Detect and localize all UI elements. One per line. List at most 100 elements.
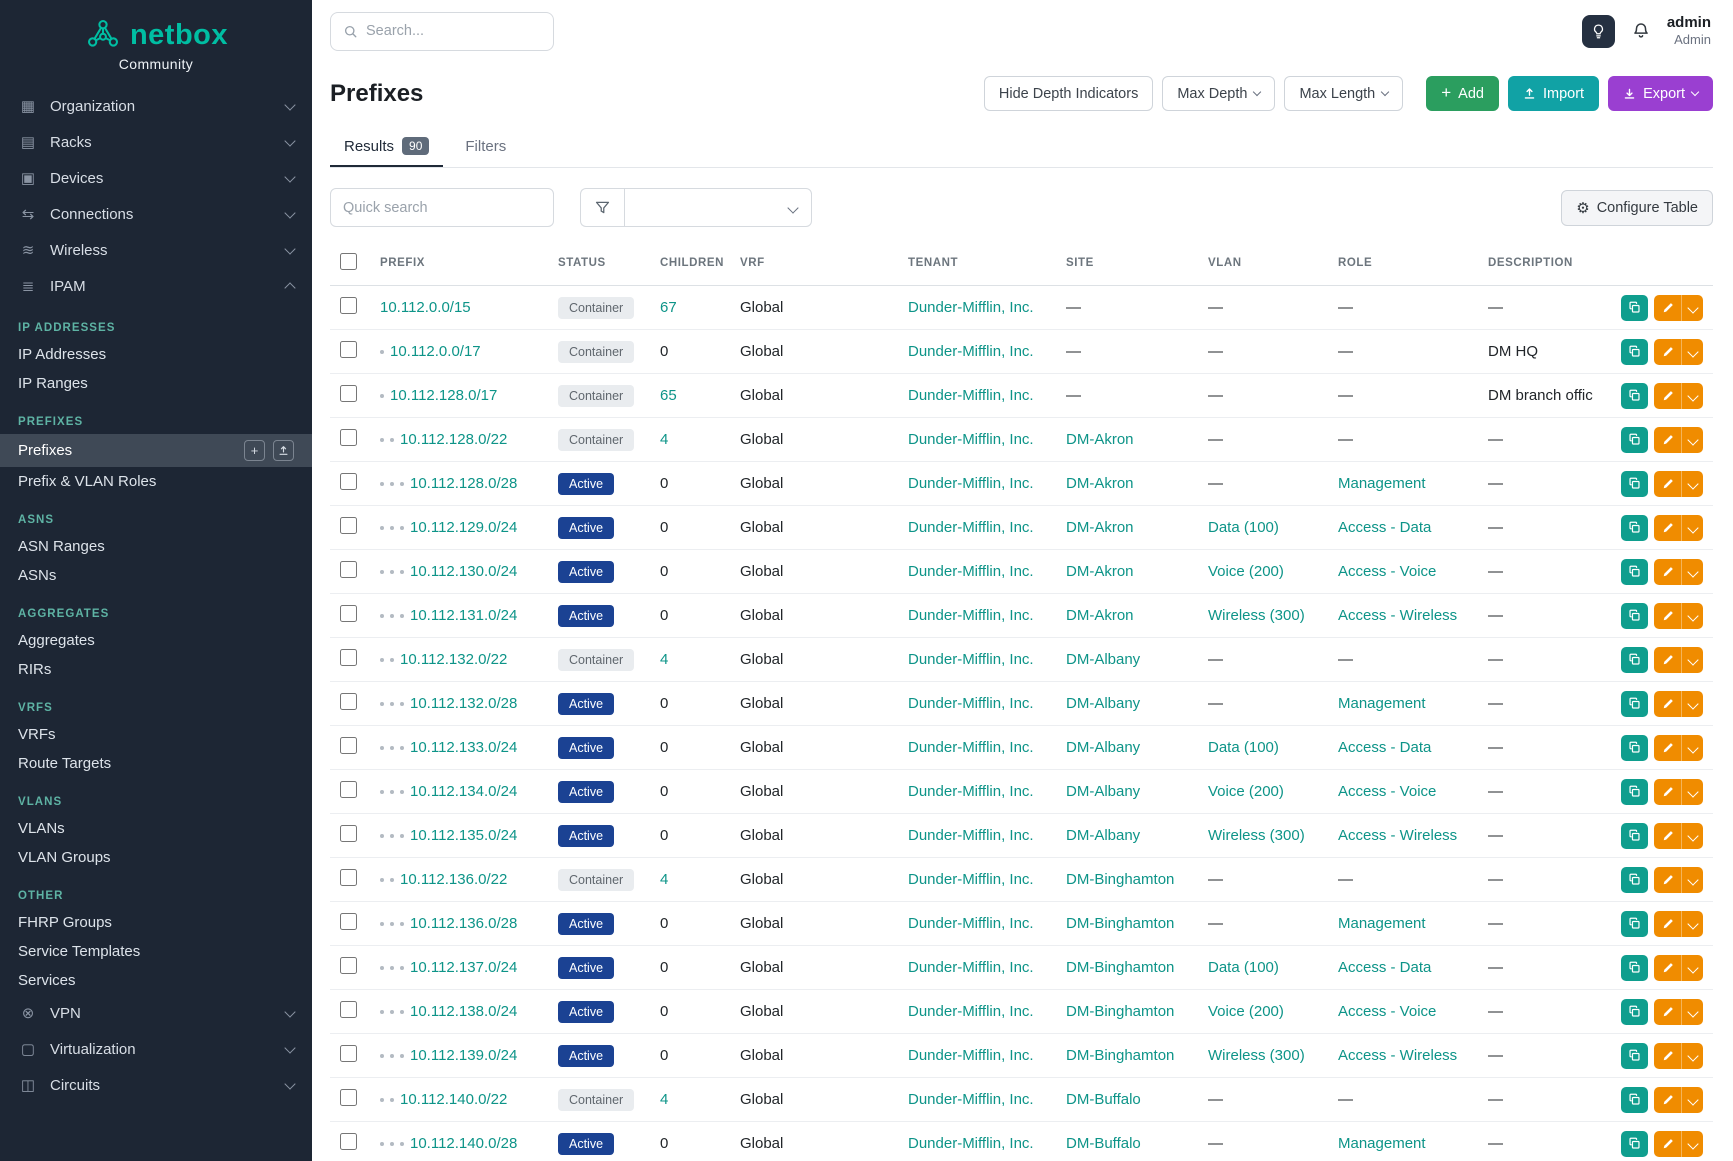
row-select-checkbox[interactable] — [340, 737, 357, 754]
row-dropdown-button[interactable] — [1681, 823, 1703, 849]
sidebar-item-prefix-vlan-roles[interactable]: Prefix & VLAN Roles — [0, 467, 312, 496]
tenant-link[interactable]: Dunder-Mifflin, Inc. — [908, 695, 1034, 712]
sidebar-item-vlans[interactable]: VLANs — [0, 814, 312, 843]
clone-button[interactable] — [1621, 339, 1648, 365]
prefix-link[interactable]: 10.112.133.0/24 — [410, 739, 517, 756]
tenant-link[interactable]: Dunder-Mifflin, Inc. — [908, 739, 1034, 756]
clone-button[interactable] — [1621, 955, 1648, 981]
site-link[interactable]: DM-Albany — [1066, 827, 1140, 844]
tab-filters[interactable]: Filters — [451, 127, 520, 167]
role-link[interactable]: Management — [1338, 1135, 1426, 1152]
brand[interactable]: netbox Community — [0, 0, 312, 80]
clone-button[interactable] — [1621, 647, 1648, 673]
tenant-link[interactable]: Dunder-Mifflin, Inc. — [908, 387, 1034, 404]
prefix-link[interactable]: 10.112.129.0/24 — [410, 519, 517, 536]
prefix-link[interactable]: 10.112.131.0/24 — [410, 607, 517, 624]
tenant-link[interactable]: Dunder-Mifflin, Inc. — [908, 519, 1034, 536]
clone-button[interactable] — [1621, 999, 1648, 1025]
row-dropdown-button[interactable] — [1681, 515, 1703, 541]
configure-table-button[interactable]: ⚙ Configure Table — [1561, 190, 1713, 226]
row-select-checkbox[interactable] — [340, 913, 357, 930]
site-link[interactable]: DM-Akron — [1066, 563, 1134, 580]
sidebar-add-prefix-button[interactable]: + — [244, 440, 265, 461]
row-dropdown-button[interactable] — [1681, 339, 1703, 365]
column-header-description[interactable]: DESCRIPTION — [1478, 241, 1593, 286]
clone-button[interactable] — [1621, 295, 1648, 321]
prefix-link[interactable]: 10.112.134.0/24 — [410, 783, 517, 800]
site-link[interactable]: DM-Buffalo — [1066, 1135, 1141, 1152]
edit-button[interactable] — [1654, 691, 1681, 717]
sidebar-item-virtualization[interactable]: ▢ Virtualization — [0, 1031, 312, 1067]
children-count-link[interactable]: 4 — [660, 1091, 668, 1108]
sidebar-item-aggregates[interactable]: Aggregates — [0, 626, 312, 655]
row-select-checkbox[interactable] — [340, 1089, 357, 1106]
tenant-link[interactable]: Dunder-Mifflin, Inc. — [908, 299, 1034, 316]
prefix-link[interactable]: 10.112.138.0/24 — [410, 1003, 517, 1020]
row-dropdown-button[interactable] — [1681, 647, 1703, 673]
prefix-link[interactable]: 10.112.132.0/22 — [400, 651, 507, 668]
tenant-link[interactable]: Dunder-Mifflin, Inc. — [908, 1047, 1034, 1064]
row-select-checkbox[interactable] — [340, 429, 357, 446]
column-header-children[interactable]: CHILDREN — [650, 241, 730, 286]
row-select-checkbox[interactable] — [340, 1045, 357, 1062]
tenant-link[interactable]: Dunder-Mifflin, Inc. — [908, 475, 1034, 492]
vlan-link[interactable]: Data (100) — [1208, 519, 1279, 536]
vlan-link[interactable]: Voice (200) — [1208, 563, 1284, 580]
clone-button[interactable] — [1621, 911, 1648, 937]
row-dropdown-button[interactable] — [1681, 427, 1703, 453]
quick-search-input[interactable] — [330, 188, 554, 227]
edit-button[interactable] — [1654, 911, 1681, 937]
tenant-link[interactable]: Dunder-Mifflin, Inc. — [908, 651, 1034, 668]
prefix-link[interactable]: 10.112.140.0/28 — [410, 1135, 517, 1152]
row-select-checkbox[interactable] — [340, 1133, 357, 1150]
site-link[interactable]: DM-Albany — [1066, 739, 1140, 756]
tenant-link[interactable]: Dunder-Mifflin, Inc. — [908, 783, 1034, 800]
vlan-link[interactable]: Data (100) — [1208, 739, 1279, 756]
sidebar-item-services[interactable]: Services — [0, 966, 312, 995]
prefix-link[interactable]: 10.112.139.0/24 — [410, 1047, 517, 1064]
site-link[interactable]: DM-Akron — [1066, 607, 1134, 624]
row-dropdown-button[interactable] — [1681, 779, 1703, 805]
clone-button[interactable] — [1621, 1131, 1648, 1157]
site-link[interactable]: DM-Binghamton — [1066, 915, 1174, 932]
vlan-link[interactable]: Voice (200) — [1208, 783, 1284, 800]
row-dropdown-button[interactable] — [1681, 1043, 1703, 1069]
column-header-vlan[interactable]: VLAN — [1198, 241, 1328, 286]
role-link[interactable]: Access - Voice — [1338, 563, 1436, 580]
prefix-link[interactable]: 10.112.136.0/22 — [400, 871, 507, 888]
tenant-link[interactable]: Dunder-Mifflin, Inc. — [908, 1091, 1034, 1108]
sidebar-item-asns[interactable]: ASNs — [0, 561, 312, 590]
user-menu[interactable]: admin Admin — [1667, 14, 1711, 49]
vlan-link[interactable]: Data (100) — [1208, 959, 1279, 976]
site-link[interactable]: DM-Akron — [1066, 475, 1134, 492]
row-select-checkbox[interactable] — [340, 825, 357, 842]
tenant-link[interactable]: Dunder-Mifflin, Inc. — [908, 607, 1034, 624]
clone-button[interactable] — [1621, 867, 1648, 893]
site-link[interactable]: DM-Albany — [1066, 695, 1140, 712]
row-select-checkbox[interactable] — [340, 561, 357, 578]
tenant-link[interactable]: Dunder-Mifflin, Inc. — [908, 871, 1034, 888]
site-link[interactable]: DM-Akron — [1066, 519, 1134, 536]
export-dropdown[interactable]: Export — [1608, 76, 1713, 111]
tenant-link[interactable]: Dunder-Mifflin, Inc. — [908, 563, 1034, 580]
children-count-link[interactable]: 4 — [660, 651, 668, 668]
row-dropdown-button[interactable] — [1681, 295, 1703, 321]
sidebar-item-service-templates[interactable]: Service Templates — [0, 937, 312, 966]
sidebar-item-asn-ranges[interactable]: ASN Ranges — [0, 532, 312, 561]
edit-button[interactable] — [1654, 471, 1681, 497]
edit-button[interactable] — [1654, 603, 1681, 629]
site-link[interactable]: DM-Buffalo — [1066, 1091, 1141, 1108]
row-select-checkbox[interactable] — [340, 649, 357, 666]
sidebar-item-wireless[interactable]: ≋ Wireless — [0, 232, 312, 268]
edit-button[interactable] — [1654, 295, 1681, 321]
clone-button[interactable] — [1621, 559, 1648, 585]
column-header-site[interactable]: SITE — [1056, 241, 1198, 286]
sidebar-item-racks[interactable]: ▤ Racks — [0, 124, 312, 160]
edit-button[interactable] — [1654, 383, 1681, 409]
sidebar-item-vrfs[interactable]: VRFs — [0, 720, 312, 749]
prefix-link[interactable]: 10.112.135.0/24 — [410, 827, 517, 844]
edit-button[interactable] — [1654, 867, 1681, 893]
edit-button[interactable] — [1654, 1131, 1681, 1157]
site-link[interactable]: DM-Akron — [1066, 431, 1134, 448]
clone-button[interactable] — [1621, 1087, 1648, 1113]
